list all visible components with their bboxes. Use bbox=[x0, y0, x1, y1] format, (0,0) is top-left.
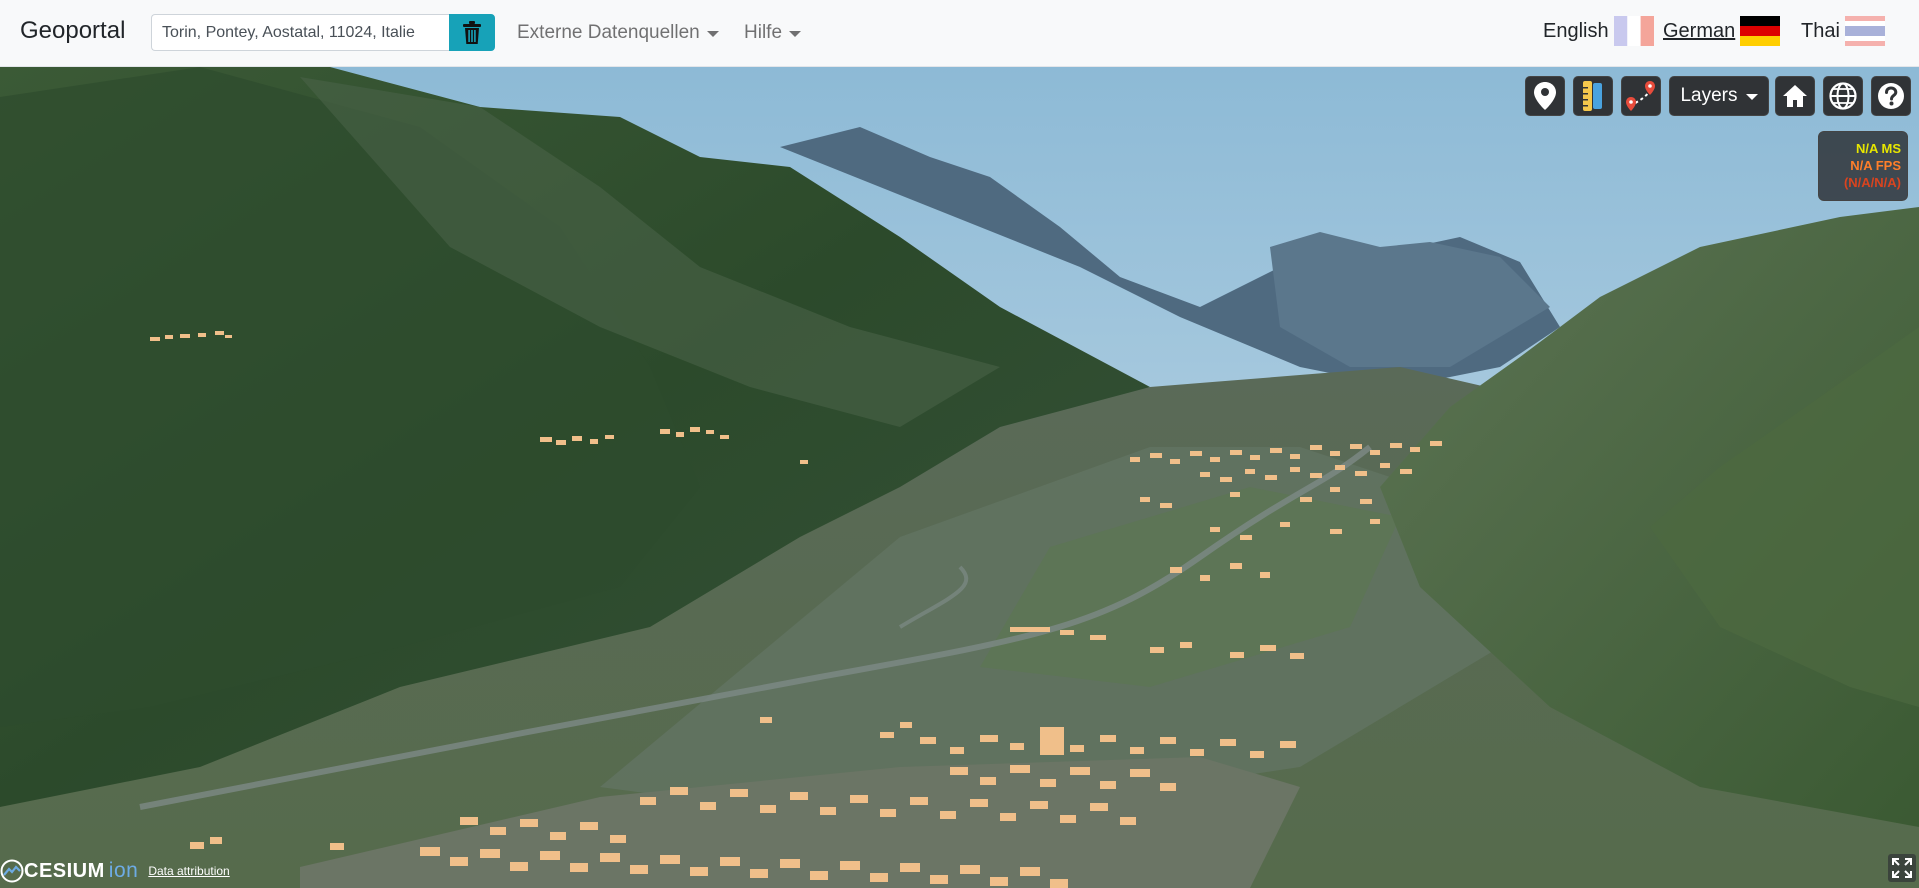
place-marker-button[interactable] bbox=[1525, 76, 1565, 116]
help-icon bbox=[1878, 83, 1904, 109]
cesium-logo-suffix: ion bbox=[108, 859, 139, 882]
language-english[interactable]: English bbox=[1543, 16, 1654, 46]
route-button[interactable] bbox=[1621, 76, 1661, 116]
location-search-input[interactable] bbox=[151, 14, 449, 51]
help-menu-label: Hilfe bbox=[744, 22, 783, 43]
cesium-ion-logo[interactable]: CESIUM ion bbox=[0, 859, 138, 883]
language-label: Thai bbox=[1801, 19, 1840, 42]
terrain-scene[interactable] bbox=[0, 67, 1919, 888]
brand-title[interactable]: Geoportal bbox=[20, 17, 125, 45]
performance-panel: N/A MS N/A FPS (N/A/N/A) bbox=[1818, 131, 1908, 201]
flag-th-icon bbox=[1844, 16, 1885, 46]
fullscreen-icon bbox=[1892, 858, 1912, 878]
help-button[interactable] bbox=[1871, 76, 1911, 116]
trash-icon bbox=[463, 20, 481, 44]
cesium-logo-icon bbox=[0, 859, 24, 883]
data-attribution-link[interactable]: Data attribution bbox=[148, 864, 229, 878]
external-sources-label: Externe Datenquellen bbox=[517, 22, 700, 43]
language-thai[interactable]: Thai bbox=[1801, 16, 1885, 46]
language-label: English bbox=[1543, 19, 1609, 42]
chevron-down-icon bbox=[789, 31, 802, 37]
location-search bbox=[151, 14, 495, 51]
top-navbar: Geoportal Externe Datenquellen Hilfe Eng… bbox=[0, 0, 1919, 67]
layers-label: Layers bbox=[1680, 85, 1738, 106]
home-button[interactable] bbox=[1775, 76, 1815, 116]
help-menu[interactable]: Hilfe bbox=[744, 22, 802, 44]
language-german[interactable]: German bbox=[1663, 16, 1781, 46]
external-sources-menu[interactable]: Externe Datenquellen bbox=[517, 22, 719, 44]
clear-search-button[interactable] bbox=[449, 14, 495, 51]
measure-button[interactable] bbox=[1573, 76, 1613, 116]
frame-time: N/A MS bbox=[1855, 141, 1901, 156]
language-label: German bbox=[1663, 19, 1736, 42]
chevron-down-icon bbox=[1745, 94, 1758, 100]
chevron-down-icon bbox=[706, 31, 719, 37]
route-icon bbox=[1626, 81, 1655, 111]
map-pin-icon bbox=[1534, 82, 1556, 110]
flag-fr-icon bbox=[1613, 16, 1654, 46]
fullscreen-button[interactable] bbox=[1888, 854, 1916, 882]
credits-bar: CESIUM ion Data attribution bbox=[0, 857, 230, 885]
frame-rate: N/A FPS bbox=[1850, 158, 1901, 173]
cesium-logo-text: CESIUM bbox=[24, 859, 105, 882]
layers-dropdown-button[interactable]: Layers bbox=[1669, 76, 1769, 116]
measure-ruler-icon bbox=[1583, 81, 1602, 111]
globe-icon bbox=[1829, 82, 1857, 110]
globe-viewer[interactable]: Layers N/A MS N/A FPS (N/A/N/A) bbox=[0, 67, 1919, 888]
frame-rate-range: (N/A/N/A) bbox=[1843, 175, 1901, 190]
flag-de-icon bbox=[1740, 16, 1781, 46]
home-icon bbox=[1783, 85, 1807, 107]
scene-mode-button[interactable] bbox=[1823, 76, 1863, 116]
